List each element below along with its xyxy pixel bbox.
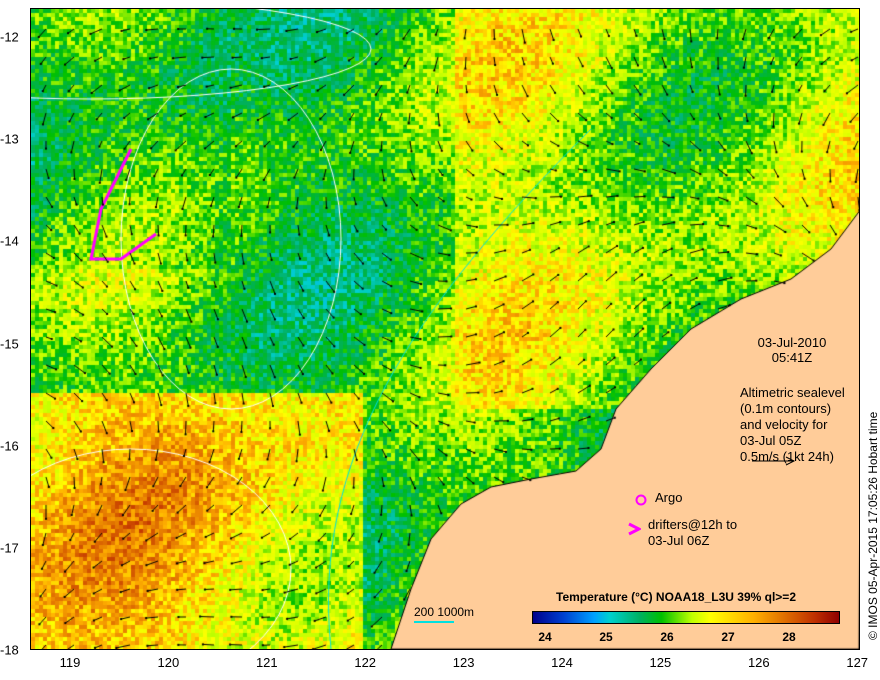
altimetry-line: Altimetric sealevel	[740, 385, 845, 400]
colorbar-label: 26	[660, 630, 674, 644]
image-time: 05:41Z	[771, 350, 813, 365]
colorbar-label: 27	[721, 630, 735, 644]
x-tick-label: 121	[255, 655, 278, 670]
drifters-legend: drifters@12h to 03-Jul 06Z	[648, 517, 737, 549]
y-tick-label: -15	[0, 336, 19, 352]
altimetry-line: (0.1m contours)	[740, 401, 832, 416]
x-tick-label: 119	[59, 655, 81, 670]
colorbar-title: Temperature (°C) NOAA18_L3U 39% ql>=2	[556, 590, 796, 604]
x-tick-label: 126	[747, 655, 770, 670]
y-tick-label: -18	[0, 642, 19, 658]
y-tick-label: -13	[0, 131, 19, 147]
x-tick-label: 124	[551, 655, 573, 670]
x-tick-label: 123	[452, 655, 475, 670]
altimetry-line: and velocity for	[740, 417, 828, 432]
altimetry-line: 03-Jul 05Z	[740, 433, 802, 448]
argo-marker-icon	[635, 494, 647, 506]
y-tick-label: -16	[0, 438, 19, 454]
x-tick-label: 127	[846, 655, 869, 670]
drifter-marker-icon	[628, 522, 641, 536]
argo-label: Argo	[655, 490, 683, 505]
drifters-line: drifters@12h to	[648, 517, 738, 532]
altimetry-legend: Altimetric sealevel (0.1m contours) and …	[740, 385, 845, 465]
temperature-colorbar	[532, 611, 840, 624]
image-date: 03-Jul-2010	[757, 335, 827, 350]
y-tick-label: -12	[0, 29, 19, 45]
isobath-legend-line	[414, 621, 454, 623]
y-tick-label: -17	[0, 540, 19, 556]
sst-map[interactable]	[30, 8, 860, 650]
drifters-line: 03-Jul 06Z	[648, 533, 710, 548]
isobath-legend-label: 200 1000m	[414, 605, 475, 619]
colorbar-label: 25	[599, 630, 613, 644]
credit-text: © IMOS 05-Apr-2015 17:05:26 Hobart time	[866, 411, 880, 640]
x-tick-label: 122	[354, 655, 377, 670]
y-tick-label: -14	[0, 233, 19, 249]
velocity-scale-arrow-icon	[752, 456, 796, 466]
colorbar-label: 24	[538, 630, 552, 644]
x-tick-label: 125	[649, 655, 672, 670]
colorbar-label: 28	[782, 630, 796, 644]
x-tick-label: 120	[157, 655, 180, 670]
sst-field	[31, 9, 859, 649]
